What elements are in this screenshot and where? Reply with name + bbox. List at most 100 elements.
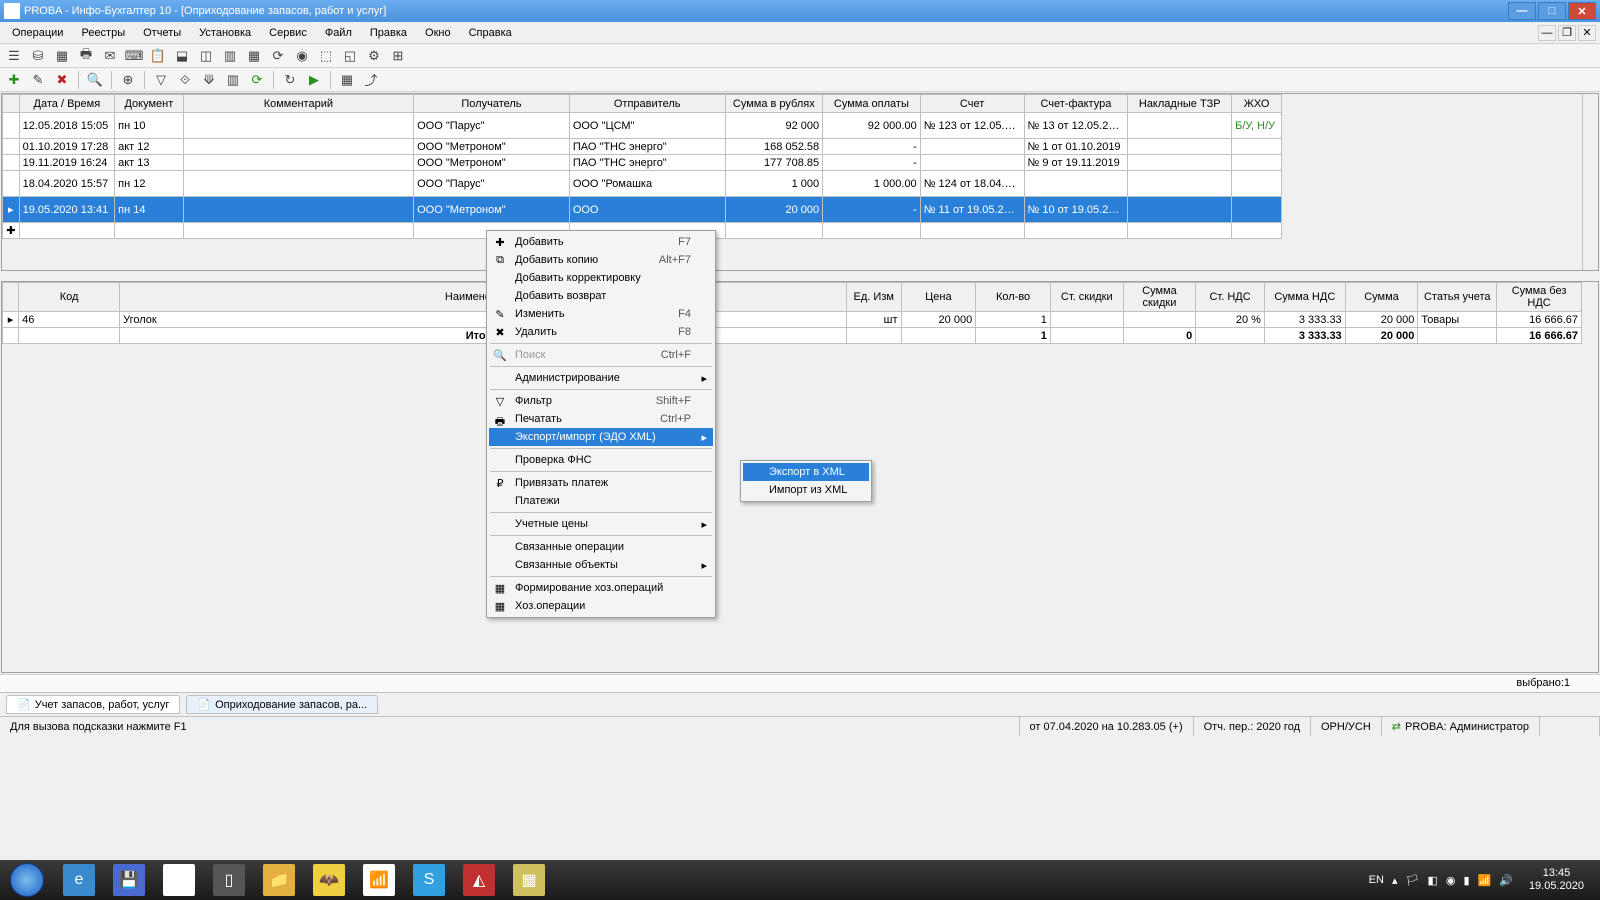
- context-item[interactable]: Проверка ФНС: [489, 451, 713, 469]
- tray-icon[interactable]: ◉: [1446, 874, 1456, 887]
- context-item[interactable]: Администрирование▸: [489, 369, 713, 387]
- col-vat-rate[interactable]: Ст. НДС: [1196, 283, 1265, 312]
- col-account[interactable]: Счет: [920, 95, 1024, 113]
- tb-icon[interactable]: ⬚: [316, 46, 336, 66]
- menu-edit[interactable]: Правка: [362, 25, 415, 41]
- col-disc-sum[interactable]: Сумма скидки: [1123, 283, 1196, 312]
- context-item[interactable]: ✚ДобавитьF7: [489, 233, 713, 251]
- run-icon[interactable]: ▶: [304, 70, 324, 90]
- taskbar-app[interactable]: ▯: [204, 860, 254, 900]
- main-grid[interactable]: Дата / Время Документ Комментарий Получа…: [2, 94, 1598, 270]
- context-item[interactable]: ▦Хоз.операции: [489, 597, 713, 615]
- tb-icon[interactable]: ☰: [4, 46, 24, 66]
- tb-icon[interactable]: 📋: [148, 46, 168, 66]
- tb-icon[interactable]: ⚙: [364, 46, 384, 66]
- tray-icon[interactable]: ▮: [1463, 874, 1469, 887]
- col-disc-rate[interactable]: Ст. скидки: [1050, 283, 1123, 312]
- mdi-restore[interactable]: ❐: [1558, 25, 1576, 41]
- tray-icon[interactable]: ◧: [1427, 874, 1437, 887]
- col-marker[interactable]: [3, 95, 20, 113]
- taskbar-ie[interactable]: e: [54, 860, 104, 900]
- context-item[interactable]: Импорт из XML: [743, 481, 869, 499]
- doc-tab[interactable]: 📄Оприходование запасов, ра...: [186, 695, 378, 714]
- clock[interactable]: 13:4519.05.2020: [1521, 867, 1592, 893]
- table-row[interactable]: 19.11.2019 16:24акт 13ООО "Метроном"ПАО …: [3, 155, 1282, 171]
- tb-icon[interactable]: ⛁: [28, 46, 48, 66]
- tb-icon[interactable]: ▦: [244, 46, 264, 66]
- taskbar-chrome[interactable]: ◉: [154, 860, 204, 900]
- col-document[interactable]: Документ: [115, 95, 184, 113]
- tb-icon[interactable]: ⤴: [361, 70, 381, 90]
- menu-file[interactable]: Файл: [317, 25, 360, 41]
- col-sum-pay[interactable]: Сумма оплаты: [823, 95, 921, 113]
- tb-icon[interactable]: ⟐: [175, 70, 195, 90]
- delete-icon[interactable]: ✖: [52, 70, 72, 90]
- context-item[interactable]: Добавить корректировку: [489, 269, 713, 287]
- tray-icon[interactable]: ▴: [1392, 874, 1398, 887]
- tb-icon[interactable]: ◱: [340, 46, 360, 66]
- tray-icon[interactable]: 🏳: [1405, 874, 1419, 887]
- context-item[interactable]: ₽Привязать платеж: [489, 474, 713, 492]
- context-item[interactable]: ▽ФильтрShift+F: [489, 392, 713, 410]
- add-icon[interactable]: ✚: [4, 70, 24, 90]
- col-zho[interactable]: ЖХО: [1232, 95, 1282, 113]
- tb-icon[interactable]: ⬓: [172, 46, 192, 66]
- col-marker[interactable]: [3, 283, 19, 312]
- context-item[interactable]: ▦Формирование хоз.операций: [489, 579, 713, 597]
- tb-icon[interactable]: ▦: [52, 46, 72, 66]
- scrollbar[interactable]: [1582, 94, 1598, 270]
- taskbar-explorer[interactable]: 📁: [254, 860, 304, 900]
- col-price[interactable]: Цена: [901, 283, 976, 312]
- tb-icon[interactable]: ◉: [292, 46, 312, 66]
- col-sender[interactable]: Отправитель: [569, 95, 725, 113]
- tb-icon[interactable]: ⟱: [199, 70, 219, 90]
- tb-icon[interactable]: 🖶: [76, 46, 96, 66]
- edit-icon[interactable]: ✎: [28, 70, 48, 90]
- start-button[interactable]: [0, 860, 54, 900]
- doc-tab[interactable]: 📄Учет запасов, работ, услуг: [6, 695, 180, 714]
- context-item[interactable]: Экспорт в XML: [743, 463, 869, 481]
- col-unit[interactable]: Ед. Изм: [846, 283, 901, 312]
- context-item[interactable]: ⧉Добавить копиюAlt+F7: [489, 251, 713, 269]
- context-item[interactable]: Связанные операции: [489, 538, 713, 556]
- taskbar-current[interactable]: ▦: [504, 860, 554, 900]
- table-row[interactable]: ▸ 19.05.2020 13:41пн 14ООО "Метроном"ООО…: [3, 197, 1282, 223]
- table-row[interactable]: ▸ 46 Уголок шт 20 000 1 20 % 3 333.33 20…: [3, 312, 1582, 328]
- menu-registries[interactable]: Реестры: [73, 25, 133, 41]
- mdi-close[interactable]: ✕: [1578, 25, 1596, 41]
- tray-icon[interactable]: 📶: [1478, 874, 1492, 887]
- tb-icon[interactable]: ⟳: [268, 46, 288, 66]
- taskbar-skype[interactable]: S: [404, 860, 454, 900]
- tray-icon[interactable]: 🔊: [1499, 874, 1513, 887]
- menu-service[interactable]: Сервис: [261, 25, 315, 41]
- col-name[interactable]: Наименование: [120, 283, 847, 312]
- col-code[interactable]: Код: [19, 283, 120, 312]
- tb-icon[interactable]: ▥: [220, 46, 240, 66]
- context-item[interactable]: Платежи: [489, 492, 713, 510]
- context-item[interactable]: Учетные цены▸: [489, 515, 713, 533]
- col-invoice[interactable]: Счет-фактура: [1024, 95, 1128, 113]
- context-item[interactable]: Экспорт/импорт (ЭДО XML)▸: [489, 428, 713, 446]
- col-tzr[interactable]: Накладные ТЗР: [1128, 95, 1232, 113]
- maximize-button[interactable]: □: [1538, 2, 1566, 20]
- col-comment[interactable]: Комментарий: [183, 95, 413, 113]
- refresh-icon[interactable]: ⟳: [247, 70, 267, 90]
- zoom-icon[interactable]: ⊕: [118, 70, 138, 90]
- context-item[interactable]: Добавить возврат: [489, 287, 713, 305]
- menu-setup[interactable]: Установка: [191, 25, 259, 41]
- menu-operations[interactable]: Операции: [4, 25, 71, 41]
- minimize-button[interactable]: —: [1508, 2, 1536, 20]
- close-button[interactable]: ✕: [1568, 2, 1596, 20]
- col-qty[interactable]: Кол-во: [976, 283, 1051, 312]
- table-row[interactable]: 01.10.2019 17:28акт 12ООО "Метроном"ПАО …: [3, 139, 1282, 155]
- context-item[interactable]: ✎ИзменитьF4: [489, 305, 713, 323]
- tb-icon[interactable]: ◫: [196, 46, 216, 66]
- context-item[interactable]: 🔍ПоискCtrl+F: [489, 346, 713, 364]
- col-sum[interactable]: Сумма: [1345, 283, 1418, 312]
- lang-indicator[interactable]: EN: [1369, 874, 1384, 886]
- tb-icon[interactable]: ✉: [100, 46, 120, 66]
- menu-help[interactable]: Справка: [461, 25, 520, 41]
- menu-reports[interactable]: Отчеты: [135, 25, 189, 41]
- tb-icon[interactable]: ↻: [280, 70, 300, 90]
- mdi-minimize[interactable]: —: [1538, 25, 1556, 41]
